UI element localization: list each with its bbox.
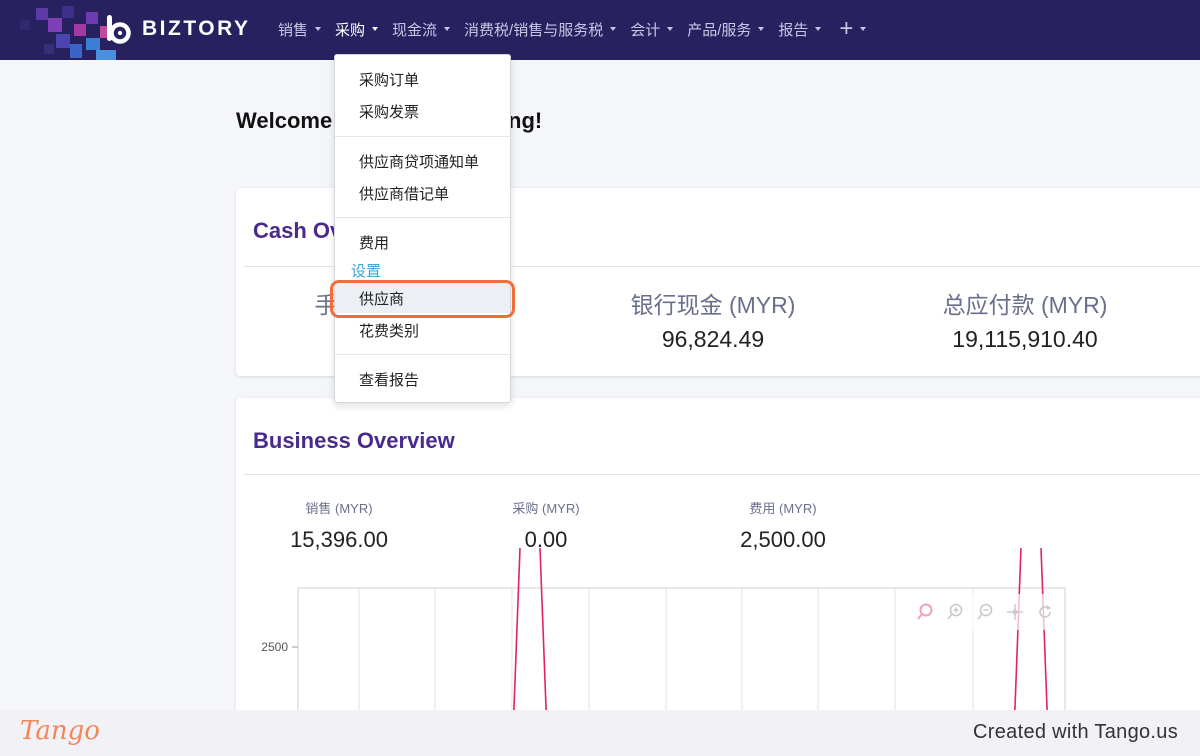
menu-divider — [335, 136, 510, 137]
series-line — [539, 547, 548, 728]
business-chart: 2500 — [261, 547, 1066, 728]
tango-logo: Tango — [20, 716, 100, 746]
zoom-out-icon[interactable] — [974, 601, 996, 623]
nav-sales[interactable]: 销售 — [278, 19, 322, 40]
menu-item-purchase-invoices[interactable]: 采购发票 — [359, 101, 419, 122]
nav-products-services[interactable]: 产品/服务 — [687, 19, 765, 40]
total-payables-stat: 总应付款 (MYR) 19,115,910.40 — [942, 292, 1108, 352]
series-line — [512, 547, 521, 728]
chevron-down-icon — [315, 27, 322, 31]
tango-footer: Tango Created with Tango.us — [0, 710, 1200, 756]
nav-cashflow[interactable]: 现金流 — [392, 19, 451, 40]
menu-section-settings: 设置 — [351, 263, 382, 280]
menu-item-expenses[interactable]: 费用 — [359, 232, 389, 253]
menu-item-expense-categories[interactable]: 花费类别 — [359, 320, 419, 341]
cash-in-bank-stat: 银行现金 (MYR) 96,824.49 — [630, 292, 796, 352]
reset-icon[interactable] — [1034, 601, 1056, 623]
chevron-down-icon — [815, 27, 822, 31]
chevron-down-icon — [667, 27, 674, 31]
series-line — [1013, 547, 1022, 728]
y-tick-label: 2500 — [261, 640, 288, 654]
welcome-heading: Welcome ng! — [236, 108, 543, 133]
chevron-down-icon — [860, 27, 867, 31]
biztory-logo[interactable]: BIZTORY — [104, 12, 251, 46]
chevron-down-icon — [372, 27, 379, 31]
nav-purchases[interactable]: 采购 — [335, 19, 379, 40]
nav-reports[interactable]: 报告 — [778, 19, 822, 40]
menu-item-supplier-credit-notes[interactable]: 供应商贷项通知单 — [359, 151, 479, 172]
purchases-dropdown-menu: 采购订单 采购发票 供应商贷项通知单 供应商借记单 费用 设置 供应商 花费类别… — [334, 54, 511, 403]
chart-toolbar — [908, 594, 1058, 630]
brand-name: BIZTORY — [142, 17, 251, 40]
chevron-down-icon — [444, 27, 451, 31]
chevron-down-icon — [758, 27, 765, 31]
menu-divider — [335, 354, 510, 355]
biztory-logo-icon — [104, 14, 134, 44]
card-title: Cash Ov — [253, 218, 343, 243]
chevron-down-icon — [610, 27, 617, 31]
menu-item-supplier-debit-notes[interactable]: 供应商借记单 — [359, 183, 449, 204]
plus-icon: + — [839, 15, 854, 42]
pan-icon[interactable] — [1004, 601, 1026, 623]
main-menu: 销售 采购 现金流 消费税/销售与服务税 会计 产品/服务 报告 + — [278, 0, 880, 58]
top-navbar: BIZTORY 销售 采购 现金流 消费税/销售与服务税 会计 产品/服务 报告… — [0, 0, 1200, 60]
nav-tax[interactable]: 消费税/销售与服务税 — [464, 19, 617, 40]
zoom-select-icon[interactable] — [914, 601, 936, 623]
created-with-text: Created with Tango.us — [973, 721, 1178, 743]
click-target-highlight — [330, 280, 515, 318]
nav-add-new[interactable]: + — [835, 15, 867, 42]
menu-item-view-reports[interactable]: 查看报告 — [359, 369, 419, 390]
business-overview-card: Business Overview 销售 (MYR) 15,396.00 采购 … — [236, 398, 1200, 728]
nav-accounting[interactable]: 会计 — [630, 19, 674, 40]
zoom-in-icon[interactable] — [944, 601, 966, 623]
series-line — [1040, 547, 1049, 728]
menu-divider — [335, 217, 510, 218]
menu-item-purchase-orders[interactable]: 采购订单 — [359, 69, 419, 90]
